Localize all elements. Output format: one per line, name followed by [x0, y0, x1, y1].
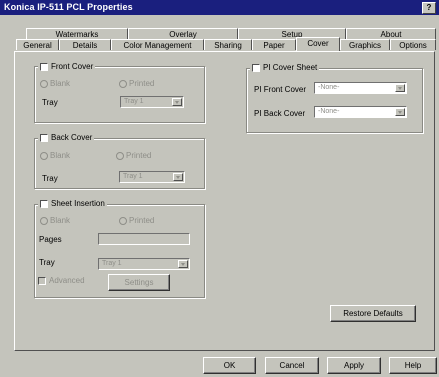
help-button[interactable]: Help: [389, 357, 437, 374]
front-cover-tray-label: Tray: [42, 98, 58, 107]
sheet-insertion-blank-label: Blank: [50, 216, 71, 225]
back-cover-label: Back Cover: [51, 133, 93, 142]
chevron-down-icon[interactable]: [395, 108, 405, 116]
back-cover-checkbox-box[interactable]: [40, 133, 48, 142]
help-icon[interactable]: ?: [422, 2, 436, 14]
front-cover-printed-radio[interactable]: Printed: [119, 79, 154, 88]
front-cover-tray-select[interactable]: Tray 1: [120, 96, 184, 108]
sheet-insertion-printed-radio[interactable]: Printed: [119, 216, 154, 225]
tab-color-management[interactable]: Color Management: [111, 39, 204, 50]
front-cover-label: Front Cover: [51, 62, 94, 71]
back-cover-blank-radio[interactable]: Blank: [40, 151, 70, 160]
tab-about[interactable]: About: [346, 28, 436, 39]
back-cover-tray-select[interactable]: Tray 1: [119, 171, 185, 183]
cover-tab-panel: Front Cover Blank Printed Tray Tray 1 Ba…: [14, 51, 435, 351]
ok-button[interactable]: OK: [203, 357, 256, 374]
radio-icon: [119, 79, 127, 88]
apply-button[interactable]: Apply: [327, 357, 381, 374]
pi-back-cover-label: PI Back Cover: [254, 109, 306, 118]
front-cover-checkbox[interactable]: Front Cover: [38, 62, 96, 71]
pi-cover-sheet-checkbox[interactable]: PI Cover Sheet: [250, 63, 320, 72]
sheet-insertion-tray-value: Tray 1: [102, 260, 122, 267]
window-title: Konica IP-511 PCL Properties: [4, 2, 133, 12]
tab-overlay[interactable]: Overlay: [128, 28, 238, 39]
pi-cover-sheet-group: [246, 68, 423, 133]
radio-icon: [119, 216, 127, 225]
settings-button[interactable]: Settings: [108, 274, 170, 291]
back-cover-checkbox[interactable]: Back Cover: [38, 133, 95, 142]
chevron-down-icon[interactable]: [178, 260, 188, 268]
sheet-insertion-pages-input[interactable]: [98, 233, 190, 245]
tab-general[interactable]: General: [16, 39, 59, 50]
tab-paper[interactable]: Paper: [252, 39, 296, 50]
tab-watermarks[interactable]: Watermarks: [26, 28, 128, 39]
sheet-insertion-label: Sheet Insertion: [51, 199, 105, 208]
sheet-insertion-tray-label: Tray: [39, 258, 55, 267]
radio-icon: [40, 151, 48, 160]
tab-details[interactable]: Details: [59, 39, 111, 50]
chevron-down-icon[interactable]: [173, 173, 183, 181]
chevron-down-icon[interactable]: [172, 98, 182, 106]
advanced-checkbox[interactable]: Advanced: [38, 276, 85, 285]
pi-front-cover-value: -None-: [318, 84, 340, 91]
restore-defaults-button[interactable]: Restore Defaults: [330, 305, 416, 322]
pi-cover-sheet-checkbox-box[interactable]: [252, 63, 260, 72]
radio-icon: [116, 151, 124, 160]
front-cover-group: [34, 66, 205, 123]
radio-icon: [40, 79, 48, 88]
tab-options[interactable]: Options: [390, 39, 436, 50]
pi-front-cover-label: PI Front Cover: [254, 85, 307, 94]
tab-graphics[interactable]: Graphics: [340, 39, 390, 50]
sheet-insertion-checkbox[interactable]: Sheet Insertion: [38, 199, 107, 208]
pi-front-cover-select[interactable]: -None-: [314, 82, 407, 94]
chevron-down-icon[interactable]: [395, 84, 405, 92]
sheet-insertion-pages-label: Pages: [39, 235, 62, 244]
pi-back-cover-select[interactable]: -None-: [314, 106, 407, 118]
advanced-checkbox-box[interactable]: [38, 276, 46, 285]
sheet-insertion-blank-radio[interactable]: Blank: [40, 216, 70, 225]
sheet-insertion-printed-label: Printed: [129, 216, 155, 225]
sheet-insertion-checkbox-box[interactable]: [40, 199, 48, 208]
front-cover-checkbox-box[interactable]: [40, 62, 48, 71]
back-cover-printed-label: Printed: [126, 151, 152, 160]
front-cover-tray-value: Tray 1: [124, 98, 144, 105]
tab-cover[interactable]: Cover: [296, 37, 340, 51]
radio-icon: [40, 216, 48, 225]
front-cover-blank-label: Blank: [50, 79, 71, 88]
tab-sharing[interactable]: Sharing: [204, 39, 252, 50]
back-cover-tray-value: Tray 1: [123, 173, 143, 180]
pi-cover-sheet-label: PI Cover Sheet: [263, 63, 318, 72]
back-cover-printed-radio[interactable]: Printed: [116, 151, 151, 160]
sheet-insertion-tray-select[interactable]: Tray 1: [98, 258, 190, 270]
front-cover-printed-label: Printed: [129, 79, 155, 88]
advanced-label: Advanced: [49, 276, 85, 285]
pi-back-cover-value: -None-: [318, 108, 340, 115]
back-cover-tray-label: Tray: [42, 174, 58, 183]
front-cover-blank-radio[interactable]: Blank: [40, 79, 70, 88]
cancel-button[interactable]: Cancel: [265, 357, 319, 374]
back-cover-blank-label: Blank: [50, 151, 71, 160]
title-bar: Konica IP-511 PCL Properties ?: [0, 0, 439, 15]
